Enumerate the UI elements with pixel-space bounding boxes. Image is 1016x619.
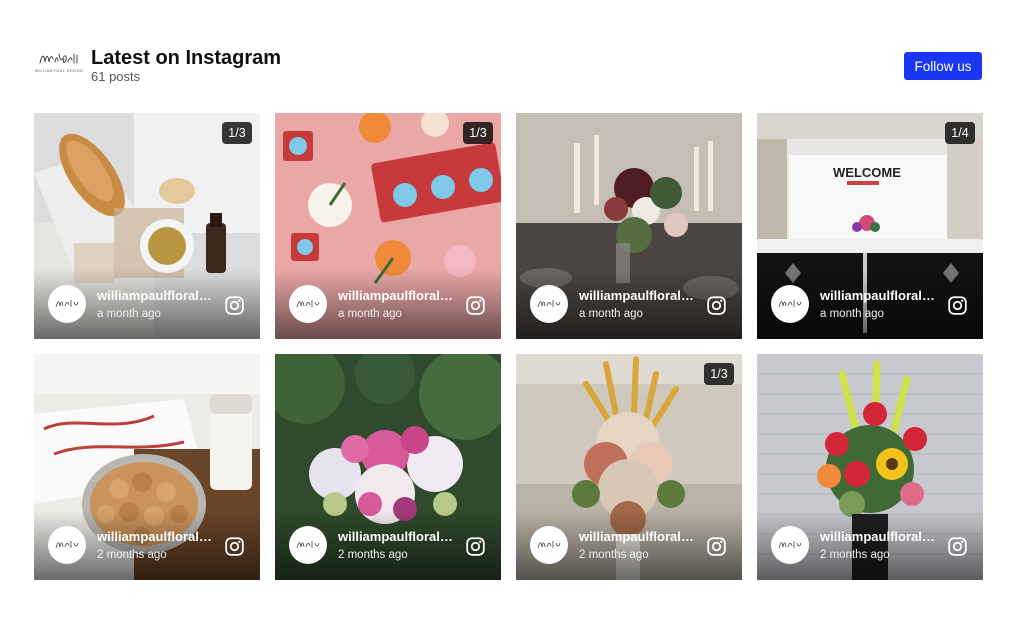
avatar — [771, 285, 809, 323]
instagram-icon[interactable] — [947, 295, 968, 316]
post-time: 2 months ago — [579, 549, 649, 561]
instagram-post[interactable]: williampaulfloraldesign 2 months ago — [275, 354, 501, 580]
post-username[interactable]: williampaulfloraldesign — [820, 529, 942, 544]
post-username[interactable]: williampaulfloraldesign — [338, 529, 460, 544]
instagram-feed-header: WILLIAM PAUL DESIGN Latest on Instagram … — [34, 44, 982, 88]
instagram-icon[interactable] — [224, 536, 245, 557]
carousel-count-badge: 1/3 — [704, 363, 734, 385]
avatar — [530, 526, 568, 564]
avatar — [48, 526, 86, 564]
instagram-post[interactable]: williampaulfloraldesign a month ago — [516, 113, 742, 339]
instagram-icon[interactable] — [465, 295, 486, 316]
instagram-post[interactable]: williampaulfloraldesign 2 months ago — [757, 354, 983, 580]
welcome-sign-text: WELCOME — [833, 165, 901, 180]
post-username[interactable]: williampaulfloraldesign — [579, 529, 701, 544]
post-time: 2 months ago — [97, 549, 167, 561]
post-username[interactable]: williampaulfloraldesign — [338, 288, 460, 303]
avatar — [289, 526, 327, 564]
instagram-post[interactable]: 1/3 williampaulfloraldesign a month ago — [275, 113, 501, 339]
post-time: 2 months ago — [338, 549, 408, 561]
post-time: 2 months ago — [820, 549, 890, 561]
instagram-icon[interactable] — [465, 536, 486, 557]
post-time: a month ago — [579, 308, 643, 320]
avatar — [771, 526, 809, 564]
instagram-icon[interactable] — [947, 536, 968, 557]
instagram-icon[interactable] — [224, 295, 245, 316]
page-title: Latest on Instagram — [91, 47, 282, 69]
post-username[interactable]: williampaulfloraldesign — [579, 288, 701, 303]
post-username[interactable]: williampaulfloraldesign — [97, 529, 219, 544]
carousel-count-badge: 1/4 — [945, 122, 975, 144]
post-time: a month ago — [97, 308, 161, 320]
instagram-post[interactable]: williampaulfloraldesign 2 months ago — [34, 354, 260, 580]
carousel-count-badge: 1/3 — [222, 122, 252, 144]
avatar — [48, 285, 86, 323]
post-time: a month ago — [338, 308, 402, 320]
carousel-count-badge: 1/3 — [463, 122, 493, 144]
avatar — [289, 285, 327, 323]
instagram-post[interactable]: 1/3 williampaulfloraldesign a month ago — [34, 113, 260, 339]
instagram-post[interactable]: 1/3 williampaulfloraldesign 2 months ago — [516, 354, 742, 580]
post-time: a month ago — [820, 308, 884, 320]
instagram-icon[interactable] — [706, 295, 727, 316]
avatar — [530, 285, 568, 323]
brand-logo: WILLIAM PAUL DESIGN — [34, 46, 84, 76]
follow-us-button[interactable]: Follow us — [904, 52, 982, 80]
instagram-icon[interactable] — [706, 536, 727, 557]
post-count: 61 posts — [91, 69, 141, 84]
instagram-post[interactable]: WELCOME 1/4 williampaulfloraldesign a mo… — [757, 113, 983, 339]
post-username[interactable]: williampaulfloraldesign — [820, 288, 942, 303]
post-username[interactable]: williampaulfloraldesign — [97, 288, 219, 303]
